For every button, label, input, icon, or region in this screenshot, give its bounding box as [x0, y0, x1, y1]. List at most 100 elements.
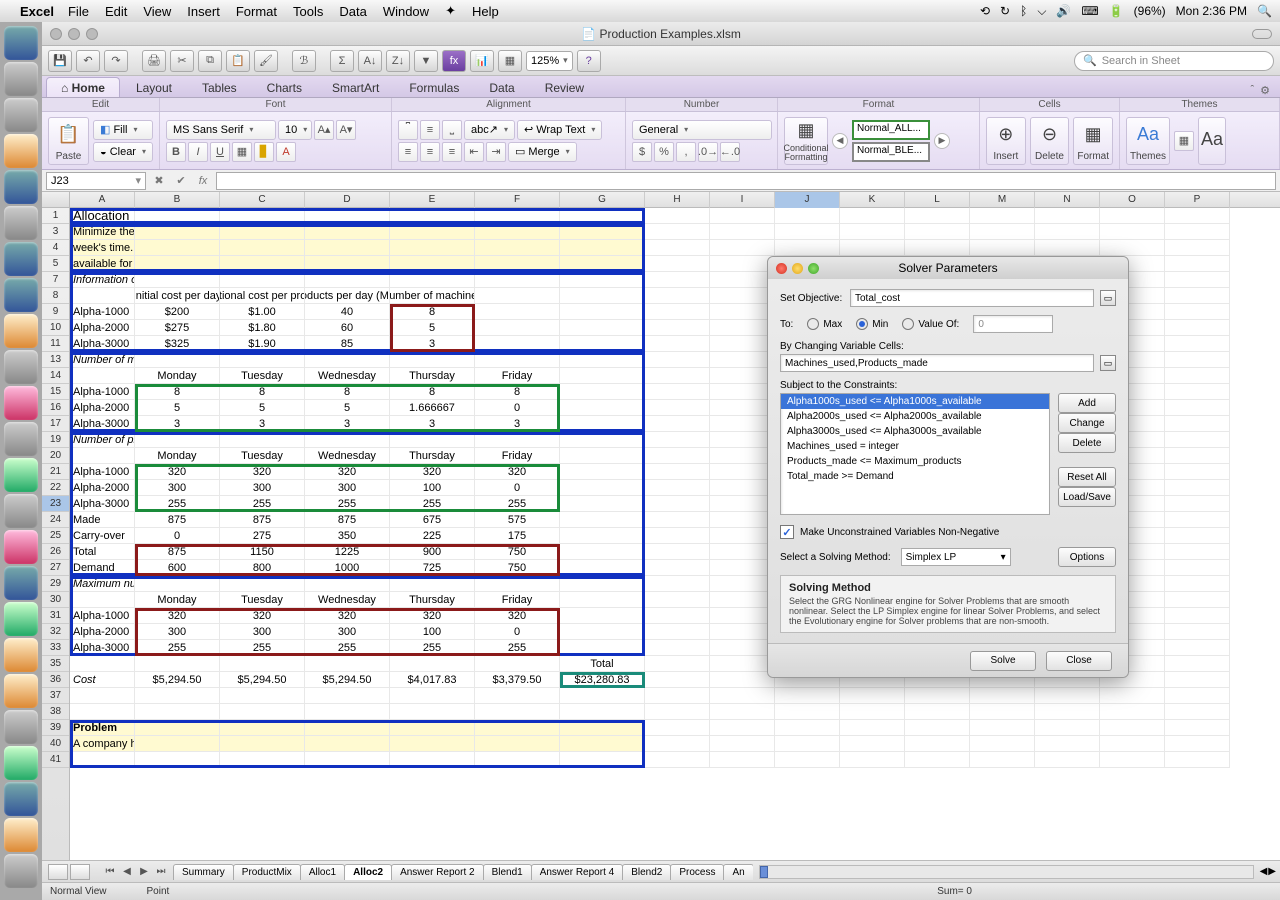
cell[interactable] [645, 704, 710, 720]
cell[interactable]: Monday [135, 448, 220, 464]
cell[interactable] [1165, 464, 1230, 480]
italic-btn[interactable]: I [188, 142, 208, 162]
cell[interactable]: 8 [305, 384, 390, 400]
cell[interactable] [305, 720, 390, 736]
cell[interactable]: 320 [475, 464, 560, 480]
cell[interactable]: 8 [475, 384, 560, 400]
cell[interactable]: 1.666667 [390, 400, 475, 416]
cell[interactable]: 3 [305, 416, 390, 432]
cell[interactable] [645, 624, 710, 640]
col-header-J[interactable]: J [775, 192, 840, 208]
fx-insert-btn[interactable]: fx [194, 172, 212, 190]
cell[interactable]: 0 [135, 528, 220, 544]
row-header[interactable]: 14 [42, 368, 69, 384]
cell[interactable] [645, 288, 710, 304]
cell[interactable] [645, 656, 710, 672]
cell[interactable] [710, 240, 775, 256]
search-input[interactable]: 🔍 Search in Sheet [1074, 51, 1274, 71]
sheet-tab-answer-report-2[interactable]: Answer Report 2 [391, 864, 483, 880]
merge-btn[interactable]: ▭Merge [508, 142, 577, 162]
cell[interactable]: 300 [220, 480, 305, 496]
cell[interactable] [220, 576, 305, 592]
cell[interactable]: 0 [475, 480, 560, 496]
cell[interactable] [710, 688, 775, 704]
cell[interactable] [560, 480, 645, 496]
fill-button[interactable]: ◧Fill [93, 120, 153, 140]
cell[interactable]: 1150 [220, 544, 305, 560]
cell[interactable] [1035, 704, 1100, 720]
cell[interactable] [840, 752, 905, 768]
cell[interactable] [305, 208, 390, 224]
cell[interactable]: 3 [220, 416, 305, 432]
cell[interactable] [390, 752, 475, 768]
cell[interactable] [305, 576, 390, 592]
cell[interactable]: $3,379.50 [475, 672, 560, 688]
menu-format[interactable]: Format [236, 4, 277, 19]
cell[interactable] [1100, 224, 1165, 240]
cell[interactable]: 100 [390, 480, 475, 496]
cell[interactable] [1100, 240, 1165, 256]
cell[interactable]: Wednesday [305, 368, 390, 384]
number-format-select[interactable]: General [632, 120, 772, 140]
cell[interactable] [775, 704, 840, 720]
cell[interactable] [905, 224, 970, 240]
cell[interactable] [560, 256, 645, 272]
cell[interactable]: Allocation Problem 2 (Multi-period) [70, 208, 135, 224]
cell[interactable]: $4,017.83 [390, 672, 475, 688]
cell[interactable]: 0 [475, 624, 560, 640]
menu-data[interactable]: Data [339, 4, 366, 19]
cell[interactable]: Alpha-2000 [70, 400, 135, 416]
cell[interactable] [305, 736, 390, 752]
cell[interactable] [840, 736, 905, 752]
timemachine-icon[interactable]: ↻ [1000, 4, 1010, 18]
cell[interactable]: 675 [390, 512, 475, 528]
cell[interactable]: 255 [135, 640, 220, 656]
close-window-icon[interactable] [50, 28, 62, 40]
cell[interactable]: 5 [220, 400, 305, 416]
cell[interactable] [390, 736, 475, 752]
dock-app12-icon[interactable] [4, 818, 38, 852]
cell[interactable]: Alpha-3000 [70, 640, 135, 656]
cell[interactable]: Tuesday [220, 592, 305, 608]
spotlight-icon[interactable]: 🔍 [1257, 4, 1272, 18]
cell[interactable] [710, 576, 775, 592]
cell[interactable] [645, 416, 710, 432]
cell[interactable]: Monday [135, 592, 220, 608]
cell[interactable]: Number of machines [390, 288, 475, 304]
menu-tools[interactable]: Tools [293, 4, 323, 19]
dock-safari-icon[interactable] [4, 242, 38, 276]
cell[interactable] [645, 208, 710, 224]
cell[interactable]: Thursday [390, 448, 475, 464]
cell[interactable] [220, 432, 305, 448]
cell[interactable] [905, 208, 970, 224]
cell[interactable] [710, 656, 775, 672]
cell[interactable]: Friday [475, 592, 560, 608]
cell[interactable] [710, 720, 775, 736]
cell[interactable]: Alpha-1000 [70, 608, 135, 624]
valueof-input[interactable]: 0 [973, 315, 1053, 333]
cell[interactable] [305, 272, 390, 288]
cell[interactable] [560, 432, 645, 448]
cell[interactable] [840, 240, 905, 256]
cell[interactable] [710, 384, 775, 400]
cell[interactable] [560, 336, 645, 352]
cell[interactable]: Carry-over [70, 528, 135, 544]
cell[interactable] [905, 688, 970, 704]
cell[interactable] [1165, 400, 1230, 416]
row-header[interactable]: 24 [42, 512, 69, 528]
cell[interactable]: 85 [305, 336, 390, 352]
cell[interactable] [645, 720, 710, 736]
bychanging-range-btn[interactable]: ▭ [1100, 355, 1116, 371]
constraint-item[interactable]: Total_made >= Demand [781, 469, 1049, 484]
radio-max[interactable] [807, 318, 819, 330]
cell[interactable] [390, 256, 475, 272]
cell[interactable] [645, 640, 710, 656]
dock-settings-icon[interactable] [4, 98, 38, 132]
cell[interactable] [475, 656, 560, 672]
align-left-btn[interactable]: ≡ [398, 142, 418, 162]
cell[interactable] [710, 496, 775, 512]
cell[interactable]: 350 [305, 528, 390, 544]
dock-dashboard-icon[interactable] [4, 62, 38, 96]
cell[interactable] [390, 720, 475, 736]
cell[interactable] [305, 224, 390, 240]
